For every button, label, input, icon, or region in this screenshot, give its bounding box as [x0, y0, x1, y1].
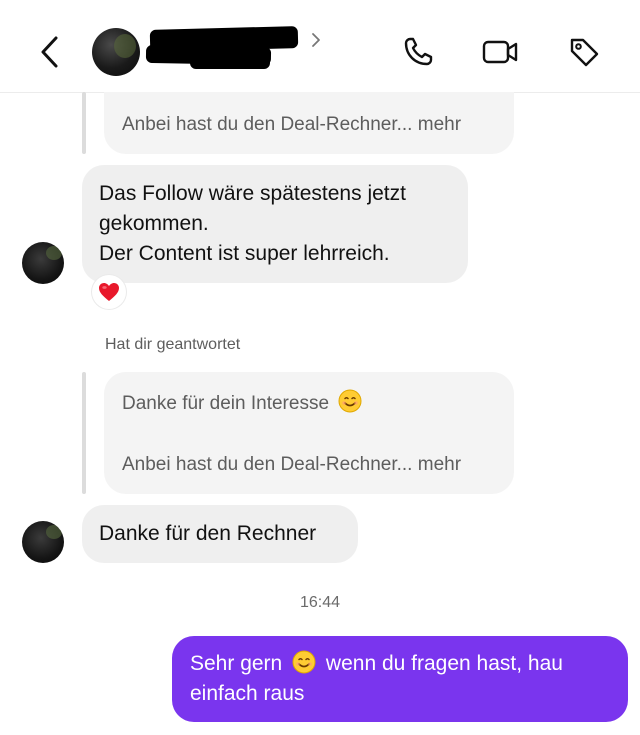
reply-label: Hat dir geantwortet — [105, 336, 241, 353]
quoted-preview-text: Anbei hast du den Deal-Rechner... mehr — [122, 454, 462, 475]
video-camera-icon — [482, 40, 518, 64]
reaction-badge[interactable] — [92, 275, 126, 309]
message-line: gekommen. — [99, 212, 209, 235]
message-text: einfach raus — [190, 682, 305, 705]
tag-button[interactable] — [562, 30, 606, 74]
tag-icon — [570, 38, 599, 67]
message-text: Danke für den Rechner — [99, 522, 317, 545]
message-text: wenn du fragen hast, hau — [325, 652, 563, 675]
sender-avatar[interactable] — [22, 521, 64, 563]
chat-header — [0, 0, 640, 93]
sender-avatar[interactable] — [22, 242, 64, 284]
smiling-face-emoji — [292, 650, 316, 674]
outgoing-message-bubble[interactable]: Sehr gern wenn du fragen hast, hau einfa… — [172, 636, 628, 722]
heart-icon — [99, 283, 119, 301]
message-line: Der Content ist super lehrreich. — [99, 242, 390, 265]
reply-indicator-bar — [82, 92, 86, 154]
redacted-bar — [190, 55, 270, 69]
incoming-message-bubble[interactable]: Danke für den Rechner — [82, 505, 358, 563]
chevron-left-icon — [41, 36, 58, 68]
call-button[interactable] — [396, 30, 440, 74]
message-text: Sehr gern — [190, 652, 283, 675]
phone-icon — [404, 37, 433, 66]
message-line: Das Follow wäre spätestens jetzt — [99, 182, 406, 205]
contact-avatar[interactable] — [92, 28, 140, 76]
reply-indicator-bar — [82, 372, 86, 494]
incoming-message-bubble[interactable]: Das Follow wäre spätestens jetzt gekomme… — [82, 165, 468, 283]
quoted-message[interactable]: Danke für dein Interesse Anbei hast du d… — [104, 372, 514, 494]
back-button[interactable] — [30, 30, 70, 74]
video-call-button[interactable] — [478, 30, 522, 74]
smiling-face-emoji — [338, 389, 362, 413]
quoted-text: Danke für dein Interesse — [122, 393, 330, 414]
chevron-right-icon[interactable] — [308, 30, 324, 50]
quoted-preview-text: Anbei hast du den Deal-Rechner... mehr — [122, 114, 462, 135]
quoted-message-top[interactable]: Anbei hast du den Deal-Rechner... mehr — [104, 92, 514, 154]
timestamp: 16:44 — [299, 594, 341, 611]
